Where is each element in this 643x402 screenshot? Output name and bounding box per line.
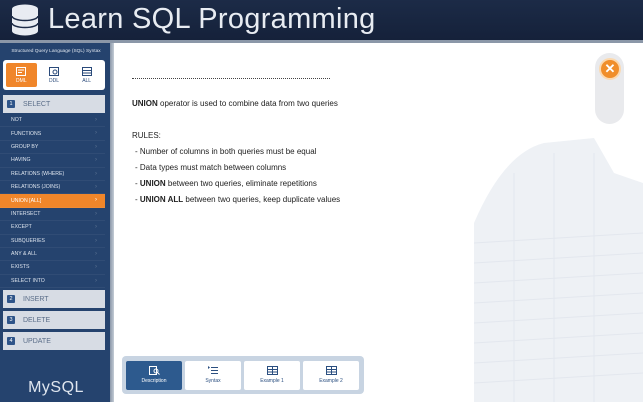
chevron-right-icon: › xyxy=(95,197,97,204)
chevron-right-icon: › xyxy=(95,277,97,284)
menu-item-group-by[interactable]: GROUP BY › xyxy=(0,141,105,155)
close-icon: ✕ xyxy=(604,61,616,76)
section-update-label: UPDATE xyxy=(23,337,51,345)
menu-item-label: SUBQUERIES xyxy=(11,237,46,244)
menu-item-label: SELECT INTO xyxy=(11,277,45,284)
menu-item-functions[interactable]: FUNCTIONS › xyxy=(0,127,105,141)
close-button[interactable]: ✕ xyxy=(599,58,621,80)
sidebar: Structured Query Language (SQL) Syntax D… xyxy=(0,43,112,402)
tab-example-2[interactable]: Example 2 xyxy=(303,360,359,390)
tab-syntax[interactable]: Syntax xyxy=(185,360,241,390)
table-icon xyxy=(325,366,337,375)
dml-icon xyxy=(16,66,27,76)
menu-item-label: RELATIONS (JOINS) xyxy=(11,184,61,191)
menu-item-exists[interactable]: EXISTS › xyxy=(0,261,105,275)
section-select-number: 1 xyxy=(7,100,15,108)
tab-syntax-label: Syntax xyxy=(205,378,221,384)
menu-item-label: ANY & ALL xyxy=(11,251,37,258)
sidebar-heading: Structured Query Language (SQL) Syntax xyxy=(11,49,101,54)
rule-item: - UNION between two queries, eliminate r… xyxy=(135,179,317,188)
rule-keyword: UNION ALL xyxy=(139,195,184,204)
chevron-right-icon: › xyxy=(95,130,97,137)
menu-item-label: INTERSECT xyxy=(11,210,41,217)
database-icon xyxy=(11,4,39,36)
rule-item: - Number of columns in both queries must… xyxy=(135,147,317,156)
menu-item-label: RELATIONS (WHERE) xyxy=(11,170,65,177)
chevron-right-icon: › xyxy=(95,170,97,177)
tab-description-label: Description xyxy=(141,378,167,384)
divider-dotted xyxy=(132,78,330,79)
menu-item-select-into[interactable]: SELECT INTO › xyxy=(0,275,105,289)
chevron-right-icon: › xyxy=(95,143,97,150)
section-delete[interactable]: 3 DELETE xyxy=(3,311,105,329)
chevron-right-icon: › xyxy=(95,210,97,217)
menu-item-relations-joins[interactable]: RELATIONS (JOINS) › xyxy=(0,181,105,195)
section-insert-number: 2 xyxy=(7,295,15,303)
intro-description: operator is used to combine data from tw… xyxy=(157,99,338,108)
tab-example-1[interactable]: Example 1 xyxy=(244,360,300,390)
chevron-right-icon: › xyxy=(95,117,97,123)
rule-keyword: UNION xyxy=(139,179,166,188)
menu-item-not[interactable]: NOT › xyxy=(0,114,105,128)
menu-item-having[interactable]: HAVING › xyxy=(0,154,105,168)
app-header: Learn SQL Programming xyxy=(0,0,643,40)
menu-item-subqueries[interactable]: SUBQUERIES › xyxy=(0,235,105,248)
menu-item-except[interactable]: EXCEPT › xyxy=(0,221,105,235)
building-watermark xyxy=(473,138,643,402)
content-panel: UNION operator is used to combine data f… xyxy=(114,43,643,402)
chevron-right-icon: › xyxy=(95,237,97,244)
intro-text: UNION operator is used to combine data f… xyxy=(132,99,338,108)
menu-item-intersect[interactable]: INTERSECT › xyxy=(0,208,105,222)
rule-text: between two queries, keep duplicate valu… xyxy=(183,195,341,204)
menu-item-relations-where[interactable]: RELATIONS (WHERE) › xyxy=(0,168,105,181)
rule-text: between two queries, eliminate repetitio… xyxy=(165,179,317,188)
tab-all-label: ALL xyxy=(82,77,92,84)
select-submenu: NOT › FUNCTIONS › GROUP BY › HAVING › RELATI… xyxy=(0,114,105,289)
tab-ddl[interactable]: DDL xyxy=(38,63,69,87)
all-icon xyxy=(81,66,92,76)
content-tabs: Description Syntax Example 1 Example 2 xyxy=(122,356,364,394)
section-select-label: SELECT xyxy=(23,100,51,108)
tab-example-1-label: Example 1 xyxy=(260,378,284,384)
menu-item-label: GROUP BY xyxy=(11,143,39,150)
chevron-right-icon: › xyxy=(95,264,97,271)
table-icon xyxy=(266,366,278,375)
statement-type-tabs: DML DDL ALL xyxy=(3,60,105,90)
rules-title: RULES: xyxy=(132,131,161,140)
ddl-icon xyxy=(48,66,59,76)
chevron-right-icon: › xyxy=(95,183,97,190)
list-icon xyxy=(207,366,218,374)
rule-item: - UNION ALL between two queries, keep du… xyxy=(135,195,340,204)
section-update-number: 4 xyxy=(7,337,15,345)
section-select[interactable]: 1 SELECT xyxy=(3,95,105,113)
search-document-icon xyxy=(148,366,160,375)
tab-dml[interactable]: DML xyxy=(5,63,37,87)
intro-keyword: UNION xyxy=(132,99,158,108)
menu-item-label: NOT xyxy=(11,117,22,124)
section-insert-label: INSERT xyxy=(23,295,49,303)
section-delete-number: 3 xyxy=(7,316,15,324)
app-title: Learn SQL Programming xyxy=(48,3,376,35)
tab-description[interactable]: Description xyxy=(126,360,182,390)
chevron-right-icon: › xyxy=(95,157,97,164)
chevron-right-icon: › xyxy=(95,250,97,257)
tab-ddl-label: DDL xyxy=(48,77,59,84)
tab-example-2-label: Example 2 xyxy=(319,378,343,384)
menu-item-label: FUNCTIONS xyxy=(11,130,42,137)
menu-item-label: EXCEPT xyxy=(11,224,32,231)
section-update[interactable]: 4 UPDATE xyxy=(3,332,105,350)
menu-item-union-all[interactable]: UNION [ALL] › xyxy=(0,194,105,208)
menu-item-label: UNION [ALL] xyxy=(11,197,42,204)
section-insert[interactable]: 2 INSERT xyxy=(3,290,105,308)
tab-all[interactable]: ALL xyxy=(71,63,102,87)
chevron-right-icon: › xyxy=(95,224,97,231)
tab-dml-label: DML xyxy=(16,77,27,84)
mysql-footer: MySQL xyxy=(28,379,84,396)
menu-item-label: EXISTS xyxy=(11,264,30,271)
rule-item: - Data types must match between columns xyxy=(135,163,287,172)
menu-item-label: HAVING xyxy=(11,157,31,164)
menu-item-any-all[interactable]: ANY & ALL › xyxy=(0,248,105,262)
section-delete-label: DELETE xyxy=(23,316,51,324)
